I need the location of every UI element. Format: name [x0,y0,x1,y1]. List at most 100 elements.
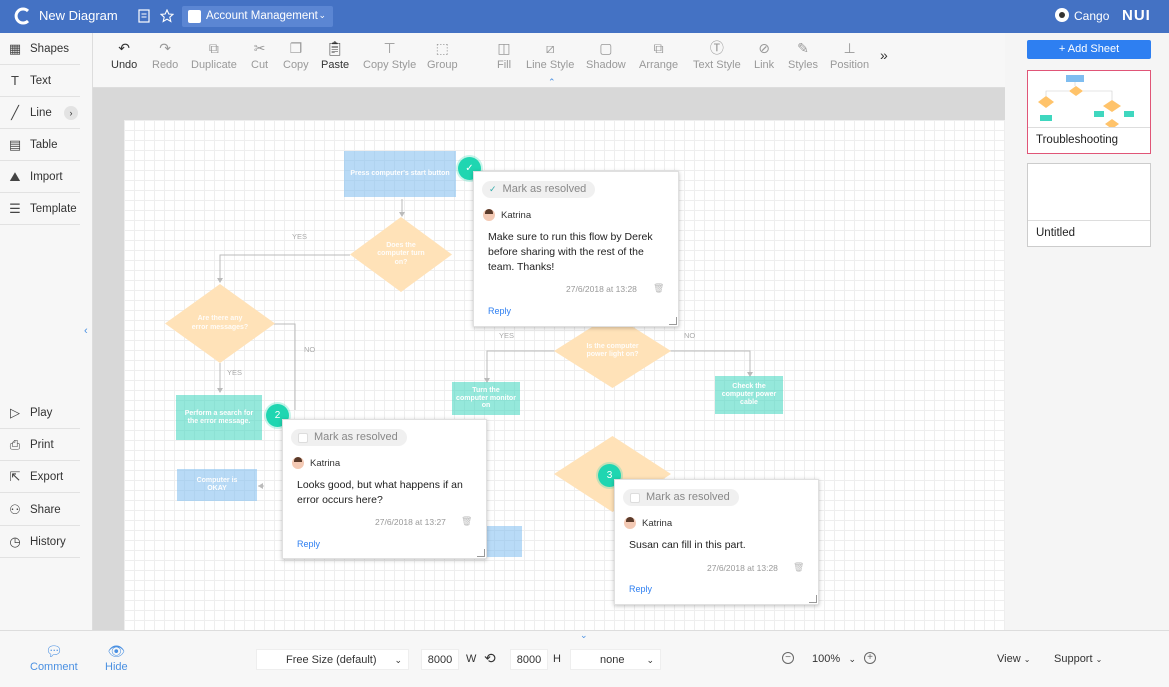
document-icon[interactable] [137,9,151,23]
link-button[interactable]: ⊘ Link [754,39,774,72]
zoom-out-icon[interactable]: − [782,652,794,664]
styles-button[interactable]: ✎ Styles [788,39,818,72]
left-sidebar: ▦ Shapes T Text ╱ Line › ▤ Table ⛰ Import ☰ Tem… [0,33,93,630]
reply-link[interactable]: Reply [488,306,511,316]
sidebar-item-play[interactable]: ▷ Play [0,397,80,429]
swap-dimensions-icon[interactable]: ⟲ [484,650,496,667]
zoom-select[interactable]: 100% ⌄ [800,649,862,670]
zoom-in-icon[interactable]: + [864,652,876,664]
sheet-thumbnail-troubleshooting[interactable]: Troubleshooting [1027,70,1151,154]
reply-link[interactable]: Reply [629,584,652,594]
sheet-thumbnail-untitled[interactable]: Untitled [1027,163,1151,247]
okay-node[interactable]: Computer is OKAY [177,469,257,501]
chevron-down-icon: ⌄ [318,10,326,20]
mark-as-resolved-button[interactable]: Mark as resolved [291,429,407,446]
checkbox[interactable] [630,492,640,503]
top-bar: New Diagram Account Management ⌄ Cango N… [0,0,1169,33]
canvas-area[interactable]: Press computer's start button Does the c… [93,88,1005,630]
position-label: Position [830,59,870,71]
sidebar-item-export[interactable]: ⇱ Export [0,461,80,493]
sidebar-item-label: Template [30,202,77,215]
undo-label: Undo [111,59,138,71]
group-button[interactable]: ⬚ Group [427,39,458,72]
height-input[interactable]: 8000 [510,649,548,670]
arrange-button[interactable]: ⧉ Arrange [639,39,678,72]
chevron-down-icon: ⌄ [1023,655,1031,664]
collapse-toolbar-icon[interactable]: ⌃ [548,77,556,88]
chevron-right-icon[interactable]: › [64,106,78,120]
orientation-select[interactable]: none ⌄ [570,649,661,670]
comment-button[interactable]: 💬︎ Comment [30,643,78,673]
undo-button[interactable]: ↶ Undo [111,39,138,72]
group-label: Group [427,59,458,71]
hide-button[interactable]: 👁︎ Hide [105,643,128,673]
mark-as-resolved-button[interactable]: Mark as resolved [623,489,739,506]
sidebar-item-line[interactable]: ╱ Line › [0,97,80,129]
monitor-node[interactable]: Turn the computer monitor on [452,382,520,415]
cut-button[interactable]: ✂ Cut [251,39,268,72]
resize-handle-icon[interactable] [669,317,677,325]
shapes-icon: ▦ [8,40,22,56]
line-style-label: Line Style [526,59,575,71]
sidebar-item-text[interactable]: T Text [0,65,80,97]
mark-as-resolved-button[interactable]: ✓ Mark as resolved [482,181,596,198]
position-button[interactable]: ⊥ Position [830,39,870,72]
sidebar-item-print[interactable]: ⎙ Print [0,429,80,461]
chevron-left-icon[interactable]: ‹ [84,325,88,337]
search-node[interactable]: Perform a search for the error message. [176,395,262,440]
copy-button[interactable]: ❐ Copy [283,39,309,72]
sidebar-item-share[interactable]: ⚇ Share [0,494,80,526]
user-menu[interactable]: Cango [1055,8,1109,23]
width-input[interactable]: 8000 [421,649,459,670]
sidebar-item-template[interactable]: ☰ Template [0,193,80,225]
error-decision[interactable]: Are there any error messages? [165,284,275,363]
checkbox[interactable] [298,432,308,443]
sheet-name: Troubleshooting [1036,134,1119,146]
table-icon: ▤ [8,136,22,152]
comment-icon: 💬︎ [44,643,63,659]
undo-icon: ↶ [118,39,131,56]
app-logo-icon[interactable] [14,7,32,25]
comment-label: Comment [30,661,78,673]
fill-button[interactable]: ◫ Fill [497,39,511,72]
arrange-icon: ⧉ [653,39,664,56]
paste-label: Paste [321,59,350,71]
view-menu[interactable]: View ⌄ [997,653,1030,665]
sidebar-item-table[interactable]: ▤ Table [0,129,80,161]
text-style-button[interactable]: Ⓣ Text Style [693,39,741,71]
styles-label: Styles [788,59,818,71]
user-name: Cango [1074,9,1110,23]
redo-button[interactable]: ↷ Redo [152,39,178,72]
line-icon: ╱ [11,104,19,120]
turn-on-decision[interactable]: Does the computer turn on? [350,217,452,292]
copy-style-button[interactable]: ⊤ Copy Style [363,39,416,72]
trash-icon[interactable]: 🗑︎ [793,562,804,573]
yes-label: YES [227,368,243,377]
cable-node[interactable]: Check the computer power cable [715,376,783,414]
resize-handle-icon[interactable] [809,595,817,603]
sidebar-item-shapes[interactable]: ▦ Shapes [0,33,80,65]
star-icon[interactable] [160,9,174,23]
sidebar-item-import[interactable]: ⛰ Import [0,161,80,193]
folder-selector[interactable]: Account Management ⌄ [182,6,333,27]
group-icon: ⬚ [435,39,449,56]
chevron-down-icon[interactable]: ⌄ [580,630,588,641]
more-tools-button[interactable]: » [880,47,888,63]
reply-link[interactable]: Reply [297,539,320,549]
diagram-title[interactable]: New Diagram [39,8,118,23]
start-node[interactable]: Press computer's start button [344,151,456,197]
add-sheet-button[interactable]: + Add Sheet [1027,40,1151,59]
trash-icon[interactable]: 🗑︎ [653,283,664,294]
diagram-thumbnail-icon [1038,75,1134,127]
sidebar-item-history[interactable]: ◷ History [0,526,80,558]
paste-button[interactable]: 📋︎ Paste [321,39,350,72]
fill-icon: ◫ [497,39,511,56]
share-icon: ⚇ [9,501,21,517]
trash-icon[interactable]: 🗑︎ [461,516,472,527]
duplicate-button[interactable]: ⧉ Duplicate [191,39,237,72]
line-style-button[interactable]: ⧄ Line Style [526,39,575,72]
resize-handle-icon[interactable] [477,549,485,557]
page-size-select[interactable]: Free Size (default) ⌄ [256,649,409,670]
shadow-button[interactable]: ▢ Shadow [586,39,626,72]
support-menu[interactable]: Support ⌄ [1054,653,1102,665]
